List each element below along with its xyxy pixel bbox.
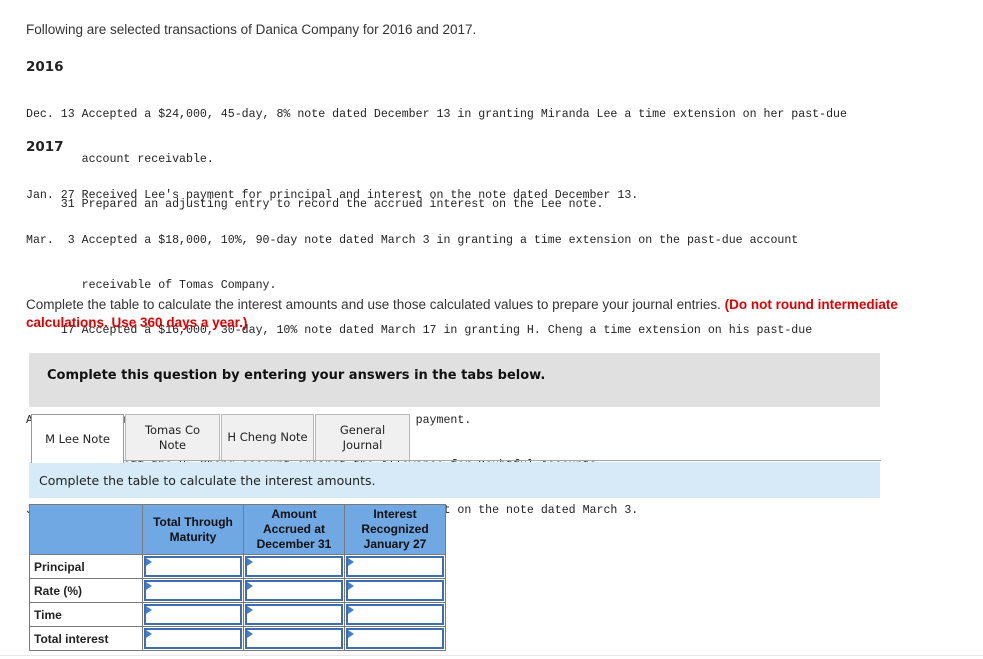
- transaction-line: Dec. 13 Accepted a $24,000, 45-day, 8% n…: [26, 108, 847, 121]
- time-accrued-dec31-input[interactable]: [247, 606, 341, 624]
- question-box: Complete this question by entering your …: [29, 353, 880, 407]
- input-cell[interactable]: [245, 556, 343, 577]
- question-box-text: Complete this question by entering your …: [47, 368, 546, 383]
- input-cell[interactable]: [144, 628, 242, 649]
- year-heading-2017: 2017: [26, 139, 64, 155]
- input-cell[interactable]: [144, 556, 242, 577]
- tab-instruction-bar: Complete the table to calculate the inte…: [29, 462, 880, 498]
- total-interest-recognized-jan27-input[interactable]: [348, 630, 442, 648]
- time-total-through-maturity-input[interactable]: [146, 606, 240, 624]
- transaction-line: Mar. 3 Accepted a $18,000, 10%, 90-day n…: [26, 234, 799, 247]
- row-label: Principal: [29, 554, 143, 579]
- total-interest-accrued-dec31-input[interactable]: [247, 630, 341, 648]
- input-cell[interactable]: [346, 628, 444, 649]
- page-divider: [0, 655, 983, 656]
- input-cell[interactable]: [346, 556, 444, 577]
- column-header-amount-accrued: Amount Accrued at December 31: [243, 504, 345, 555]
- rate-recognized-jan27-input[interactable]: [348, 582, 442, 600]
- row-label: Time: [29, 602, 143, 627]
- table-row-rate: Rate (%): [29, 578, 446, 603]
- transaction-line: Jan. 27 Received Lee's payment for princ…: [26, 189, 639, 202]
- principal-accrued-dec31-input[interactable]: [247, 558, 341, 576]
- input-cell[interactable]: [346, 580, 444, 601]
- tab-label: Tomas Co Note: [144, 422, 201, 452]
- column-header-total-through-maturity: Total Through Maturity: [142, 504, 244, 555]
- tab-m-lee-note[interactable]: M Lee Note: [31, 414, 124, 463]
- tab-instruction-text: Complete the table to calculate the inte…: [39, 473, 376, 488]
- principal-recognized-jan27-input[interactable]: [348, 558, 442, 576]
- tab-label: General Journal: [339, 422, 386, 452]
- transaction-line: receivable of Tomas Company.: [26, 279, 277, 292]
- tab-label: M Lee Note: [45, 431, 110, 446]
- table-header-row: Total Through Maturity Amount Accrued at…: [29, 504, 446, 555]
- input-cell[interactable]: [144, 580, 242, 601]
- tab-general-journal[interactable]: General Journal: [315, 414, 410, 461]
- input-cell[interactable]: [144, 604, 242, 625]
- rate-accrued-dec31-input[interactable]: [247, 582, 341, 600]
- year-heading-2016: 2016: [26, 59, 64, 75]
- row-label: Total interest: [29, 626, 143, 651]
- interest-table: Total Through Maturity Amount Accrued at…: [29, 504, 446, 651]
- intro-text: Following are selected transactions of D…: [26, 22, 477, 37]
- table-row-time: Time: [29, 602, 446, 627]
- input-cell[interactable]: [346, 604, 444, 625]
- tab-divider: [124, 460, 881, 461]
- time-recognized-jan27-input[interactable]: [348, 606, 442, 624]
- tab-label: H Cheng Note: [227, 430, 308, 444]
- input-cell[interactable]: [245, 580, 343, 601]
- instructions-text: Complete the table to calculate the inte…: [26, 297, 725, 312]
- column-header-interest-recognized: Interest Recognized January 27: [344, 504, 446, 555]
- tab-tomas-co-note[interactable]: Tomas Co Note: [125, 414, 220, 461]
- row-label: Rate (%): [29, 578, 143, 603]
- total-interest-total-through-maturity-input[interactable]: [146, 630, 240, 648]
- rate-total-through-maturity-input[interactable]: [146, 582, 240, 600]
- instructions: Complete the table to calculate the inte…: [26, 296, 961, 332]
- tab-h-cheng-note[interactable]: H Cheng Note: [221, 414, 314, 461]
- input-cell[interactable]: [245, 604, 343, 625]
- table-corner-header: [29, 504, 143, 555]
- table-row-total-interest: Total interest: [29, 626, 446, 651]
- input-cell[interactable]: [245, 628, 343, 649]
- principal-total-through-maturity-input[interactable]: [146, 558, 240, 576]
- table-row-principal: Principal: [29, 554, 446, 579]
